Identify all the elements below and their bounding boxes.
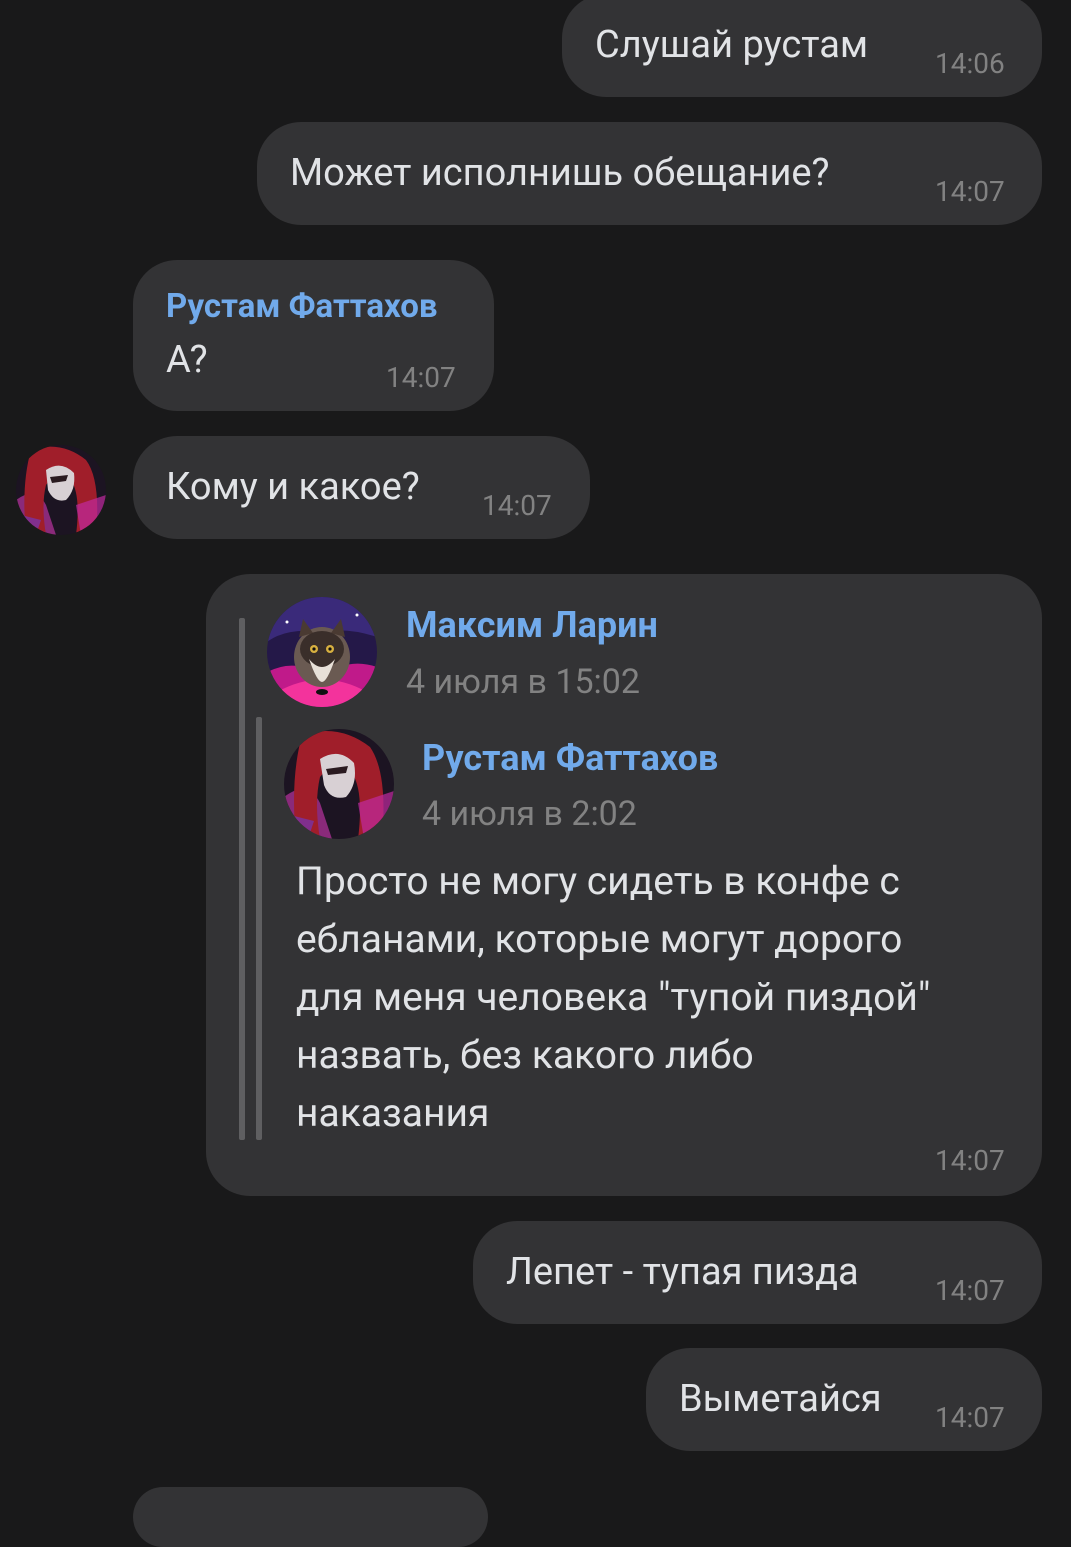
forwarded-date: 4 июля в 15:02 <box>406 662 640 702</box>
message-bubble-outgoing[interactable]: Лепет - тупая пизда 14:07 <box>473 1221 1042 1324</box>
nested-quote-bar <box>256 717 262 1140</box>
message-bubble-outgoing[interactable]: Может исполнишь обещание? 14:07 <box>257 122 1042 225</box>
message-time: 14:06 <box>935 47 1005 80</box>
message-time: 14:07 <box>386 361 456 394</box>
message-bubble-incoming[interactable]: Рустам Фаттахов А? 14:07 <box>133 260 494 411</box>
message-text: Кому и какое? <box>166 465 420 509</box>
cat-avatar-icon[interactable] <box>267 597 377 707</box>
message-time: 14:07 <box>935 1274 1005 1307</box>
anime-red-hair-avatar-icon[interactable] <box>16 445 106 535</box>
nested-forwarded-date: 4 июля в 2:02 <box>422 794 637 834</box>
message-time: 14:07 <box>935 1401 1005 1434</box>
message-author[interactable]: Рустам Фаттахов <box>166 287 438 327</box>
message-text: Может исполнишь обещание? <box>290 151 830 195</box>
forward-quote-bar <box>239 618 245 1140</box>
message-text: Выметайся <box>679 1377 882 1421</box>
anime-red-hair-avatar-icon[interactable] <box>284 729 394 839</box>
message-bubble-outgoing[interactable]: Слушай рустам 14:06 <box>562 0 1042 97</box>
message-time: 14:07 <box>482 489 552 522</box>
nested-forwarded-author[interactable]: Рустам Фаттахов <box>422 737 718 779</box>
message-bubble-forwarded[interactable]: Максим Ларин 4 июля в 15:02 Рустам Фатта… <box>206 574 1042 1196</box>
message-bubble-outgoing[interactable]: Выметайся 14:07 <box>646 1348 1042 1451</box>
message-text: Лепет - тупая пизда <box>506 1250 859 1294</box>
message-bubble-incoming[interactable]: Кому и какое? 14:07 <box>133 436 590 539</box>
message-text: А? <box>166 338 208 382</box>
message-text: Слушай рустам <box>595 23 869 67</box>
forwarded-message-text: Просто не могу сидеть в конфе с ебланами… <box>296 858 931 1136</box>
message-time: 14:07 <box>935 175 1005 208</box>
message-time: 14:07 <box>935 1144 1005 1177</box>
forwarded-author[interactable]: Максим Ларин <box>406 604 658 646</box>
message-bubble-partial[interactable] <box>133 1487 488 1547</box>
